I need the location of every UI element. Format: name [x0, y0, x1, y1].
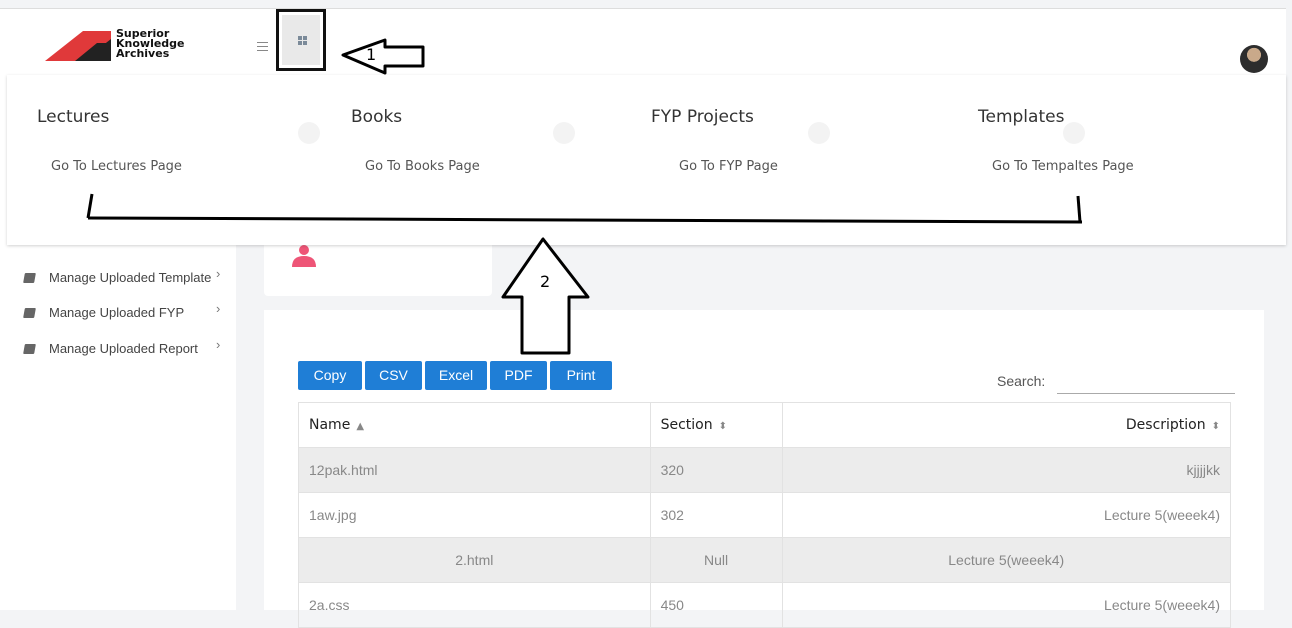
annotation-arrow-1 — [341, 38, 425, 75]
annotation-arrow-2 — [501, 237, 590, 355]
annotation-label-2: 2 — [540, 272, 551, 291]
annotation-overlay — [86, 38, 1083, 355]
annotation-label-1: 1 — [366, 45, 377, 64]
annotation-bracket — [86, 193, 1083, 224]
